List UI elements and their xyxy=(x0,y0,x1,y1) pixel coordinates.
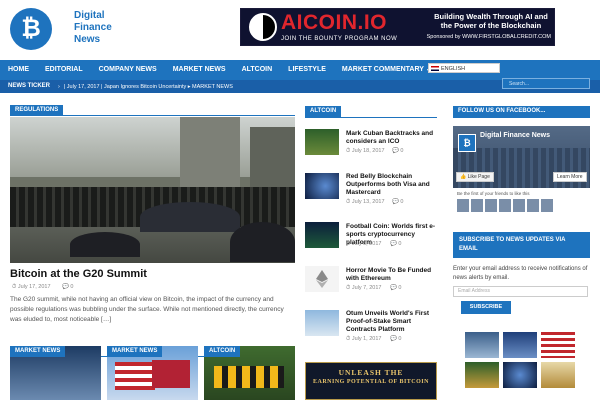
list-thumb[interactable] xyxy=(305,222,339,248)
brand-line: Finance xyxy=(74,22,112,33)
featured-title[interactable]: Bitcoin at the G20 Summit xyxy=(10,268,147,280)
grid-thumb[interactable] xyxy=(503,362,537,388)
bitcoin-banner-ad[interactable]: UNLEASH THE EARNING POTENTIAL OF BITCOIN xyxy=(305,362,437,400)
list-item-date: ⏱ July 7, 2017 xyxy=(346,285,382,291)
list-item-title[interactable]: Red Belly Blockchain Outperforms both Vi… xyxy=(346,173,436,197)
grid-thumb[interactable] xyxy=(465,332,499,358)
fb-friend-avatars xyxy=(457,199,553,212)
list-item-date: ⏱ July 18, 2017 xyxy=(346,148,385,154)
fb-like-button[interactable]: 👍 Like Page xyxy=(456,172,494,182)
fb-friends-box: Be the first of your friends to like thi… xyxy=(453,188,590,216)
banner-line: EARNING POTENTIAL OF BITCOIN xyxy=(313,379,429,385)
bottom-tag[interactable]: ALTCOIN xyxy=(204,346,241,357)
brand-line: Digital xyxy=(74,10,105,21)
yin-yang-icon xyxy=(249,13,277,41)
list-item-comments[interactable]: 💬 0 xyxy=(390,241,401,247)
grid-thumb[interactable] xyxy=(541,332,575,358)
nav-item-home[interactable]: HOME xyxy=(0,60,37,80)
list-thumb[interactable] xyxy=(305,173,339,199)
image-city xyxy=(453,148,590,188)
ad-title: AICOIN.IO xyxy=(281,11,388,34)
banner-line: UNLEASH THE xyxy=(338,368,404,377)
list-item-title[interactable]: Otum Unveils World's First Proof-of-Stak… xyxy=(346,310,438,334)
uk-flag-icon xyxy=(431,66,439,71)
fb-page-name[interactable]: Digital Finance News xyxy=(480,132,550,139)
fb-learn-more-button[interactable]: Learn More xyxy=(553,172,587,182)
ad-subtitle: JOIN THE BOUNTY PROGRAM NOW xyxy=(281,36,398,42)
list-item-title[interactable]: Mark Cuban Backtracks and considers an I… xyxy=(346,130,436,146)
bottom-tag[interactable]: MARKET NEWS xyxy=(107,346,163,357)
language-label: ENGLISH xyxy=(441,66,466,72)
nav-item-altcoin[interactable]: ALTCOIN xyxy=(234,60,281,80)
list-thumb[interactable] xyxy=(305,310,339,336)
ad-tagline: Building Wealth Through AI and the Power… xyxy=(434,12,548,30)
site-brand[interactable]: Digital Finance News xyxy=(74,10,154,46)
nav-item-market-news[interactable]: MARKET NEWS xyxy=(165,60,234,80)
list-thumb[interactable] xyxy=(305,266,339,292)
language-select[interactable]: ENGLISH xyxy=(428,63,500,73)
image-umbrella xyxy=(140,202,240,232)
image-players xyxy=(214,366,284,388)
nav-item-company-news[interactable]: COMPANY NEWS xyxy=(91,60,165,80)
avatar-glyph: ₿ xyxy=(463,138,471,148)
list-thumb[interactable] xyxy=(305,129,339,155)
list-item-date: ⏱ July 8, 2017 xyxy=(346,241,382,247)
featured-excerpt: The G20 summit, while not having an offi… xyxy=(10,296,284,323)
subscribe-text: Enter your email address to receive noti… xyxy=(453,266,588,281)
confederate-flag-icon xyxy=(152,360,190,388)
featured-date: ⏱ July 17, 2017 xyxy=(12,284,51,290)
fb-friends-text: Be the first of your friends to like thi… xyxy=(457,191,530,196)
list-item-comments[interactable]: 💬 0 xyxy=(392,199,403,205)
subscribe-title: SUBSCRIBE TO NEWS UPDATES VIA EMAIL xyxy=(453,232,590,258)
us-flag-icon xyxy=(115,362,155,390)
altcoin-tag[interactable]: ALTCOIN xyxy=(305,106,342,117)
list-item-title[interactable]: Horror Movie To Be Funded with Ethereum xyxy=(346,267,436,283)
search-input[interactable]: Search... xyxy=(502,78,590,89)
site-header: ₿ Digital Finance News AICOIN.IO JOIN TH… xyxy=(0,0,600,60)
grid-thumb[interactable] xyxy=(503,332,537,358)
fb-avatar: ₿ xyxy=(458,134,476,152)
list-item-date: ⏱ July 1, 2017 xyxy=(346,336,382,342)
list-item-comments[interactable]: 💬 0 xyxy=(392,148,403,154)
subscribe-button[interactable]: SUBSCRIBE xyxy=(461,301,511,314)
bitcoin-logo-icon[interactable]: ₿ xyxy=(10,8,52,50)
ethereum-icon xyxy=(316,270,328,288)
image-umbrella xyxy=(230,222,295,262)
featured-image[interactable] xyxy=(10,117,295,263)
grid-thumb[interactable] xyxy=(465,362,499,388)
image-umbrella xyxy=(70,232,140,257)
ticker-headline[interactable]: | July 17, 2017 | Japan Ignores Bitcoin … xyxy=(64,84,233,90)
featured-comments[interactable]: 💬 0 xyxy=(62,284,73,290)
nav-item-lifestyle[interactable]: LIFESTYLE xyxy=(280,60,334,80)
email-field[interactable]: Email Address xyxy=(453,286,588,297)
nav-item-market-commentary[interactable]: MARKET COMMENTARY ⌄ xyxy=(334,60,440,80)
facebook-tag: FOLLOW US ON FACEBOOK... xyxy=(453,106,590,117)
brand-line: News xyxy=(74,34,101,45)
list-item-comments[interactable]: 💬 0 xyxy=(390,336,401,342)
image-building xyxy=(250,127,295,187)
list-item-date: ⏱ July 13, 2017 xyxy=(346,199,385,205)
image-building xyxy=(180,117,240,187)
section-rule xyxy=(305,117,437,118)
facebook-widget[interactable]: ₿ Digital Finance News 👍 Like Page Learn… xyxy=(453,126,590,216)
nav-item-editorial[interactable]: EDITORIAL xyxy=(37,60,91,80)
logo-glyph: ₿ xyxy=(21,15,41,42)
featured-tag[interactable]: REGULATIONS xyxy=(10,105,64,116)
ad-sponsor: Sponsored by WWW.FIRSTGLOBALCREDIT.COM xyxy=(426,34,551,40)
grid-thumb[interactable] xyxy=(541,362,575,388)
ticker-label: NEWS TICKER xyxy=(8,83,50,89)
banner-ad[interactable]: AICOIN.IO JOIN THE BOUNTY PROGRAM NOW Bu… xyxy=(240,8,555,46)
main-nav: HOME EDITORIAL COMPANY NEWS MARKET NEWS … xyxy=(0,60,600,80)
bottom-tag[interactable]: MARKET NEWS xyxy=(10,346,66,357)
list-item-comments[interactable]: 💬 0 xyxy=(390,285,401,291)
section-rule xyxy=(453,117,590,118)
